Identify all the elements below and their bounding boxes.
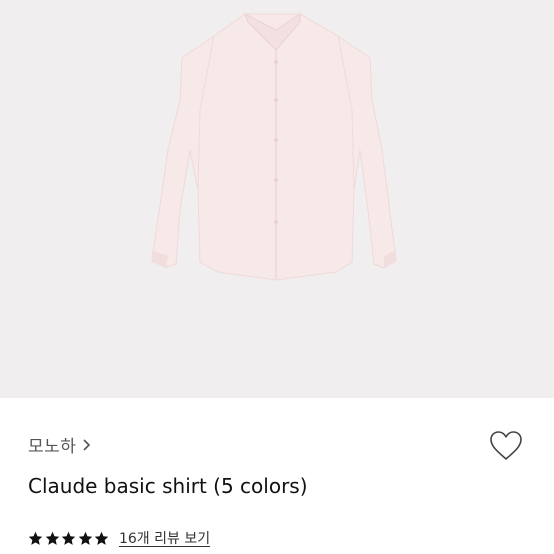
star-rating [28,531,111,546]
star-filled-icon [61,531,76,545]
rating-row: 16개 리뷰 보기 [28,528,210,548]
product-image[interactable] [0,0,554,398]
chevron-right-icon [83,438,91,451]
star-filled-icon [78,531,93,545]
star-filled-icon [45,531,59,545]
product-title: Claude basic shirt (5 colors) [28,474,308,498]
star-filled-icon [28,531,43,545]
product-info: 모노하 Claude basic shirt (5 colors) 16개 리뷰… [0,398,554,554]
brand-name[interactable]: 모노하 [28,432,76,457]
brand-link[interactable]: 모노하 [28,432,92,457]
shirt-illustration [151,12,397,281]
wishlist-button[interactable] [488,428,524,464]
view-reviews-link[interactable]: 16개 리뷰 보기 [119,528,210,548]
product-page: 모노하 Claude basic shirt (5 colors) 16개 리뷰… [0,0,554,554]
heart-outline-icon [490,431,522,460]
star-filled-icon [95,531,109,545]
